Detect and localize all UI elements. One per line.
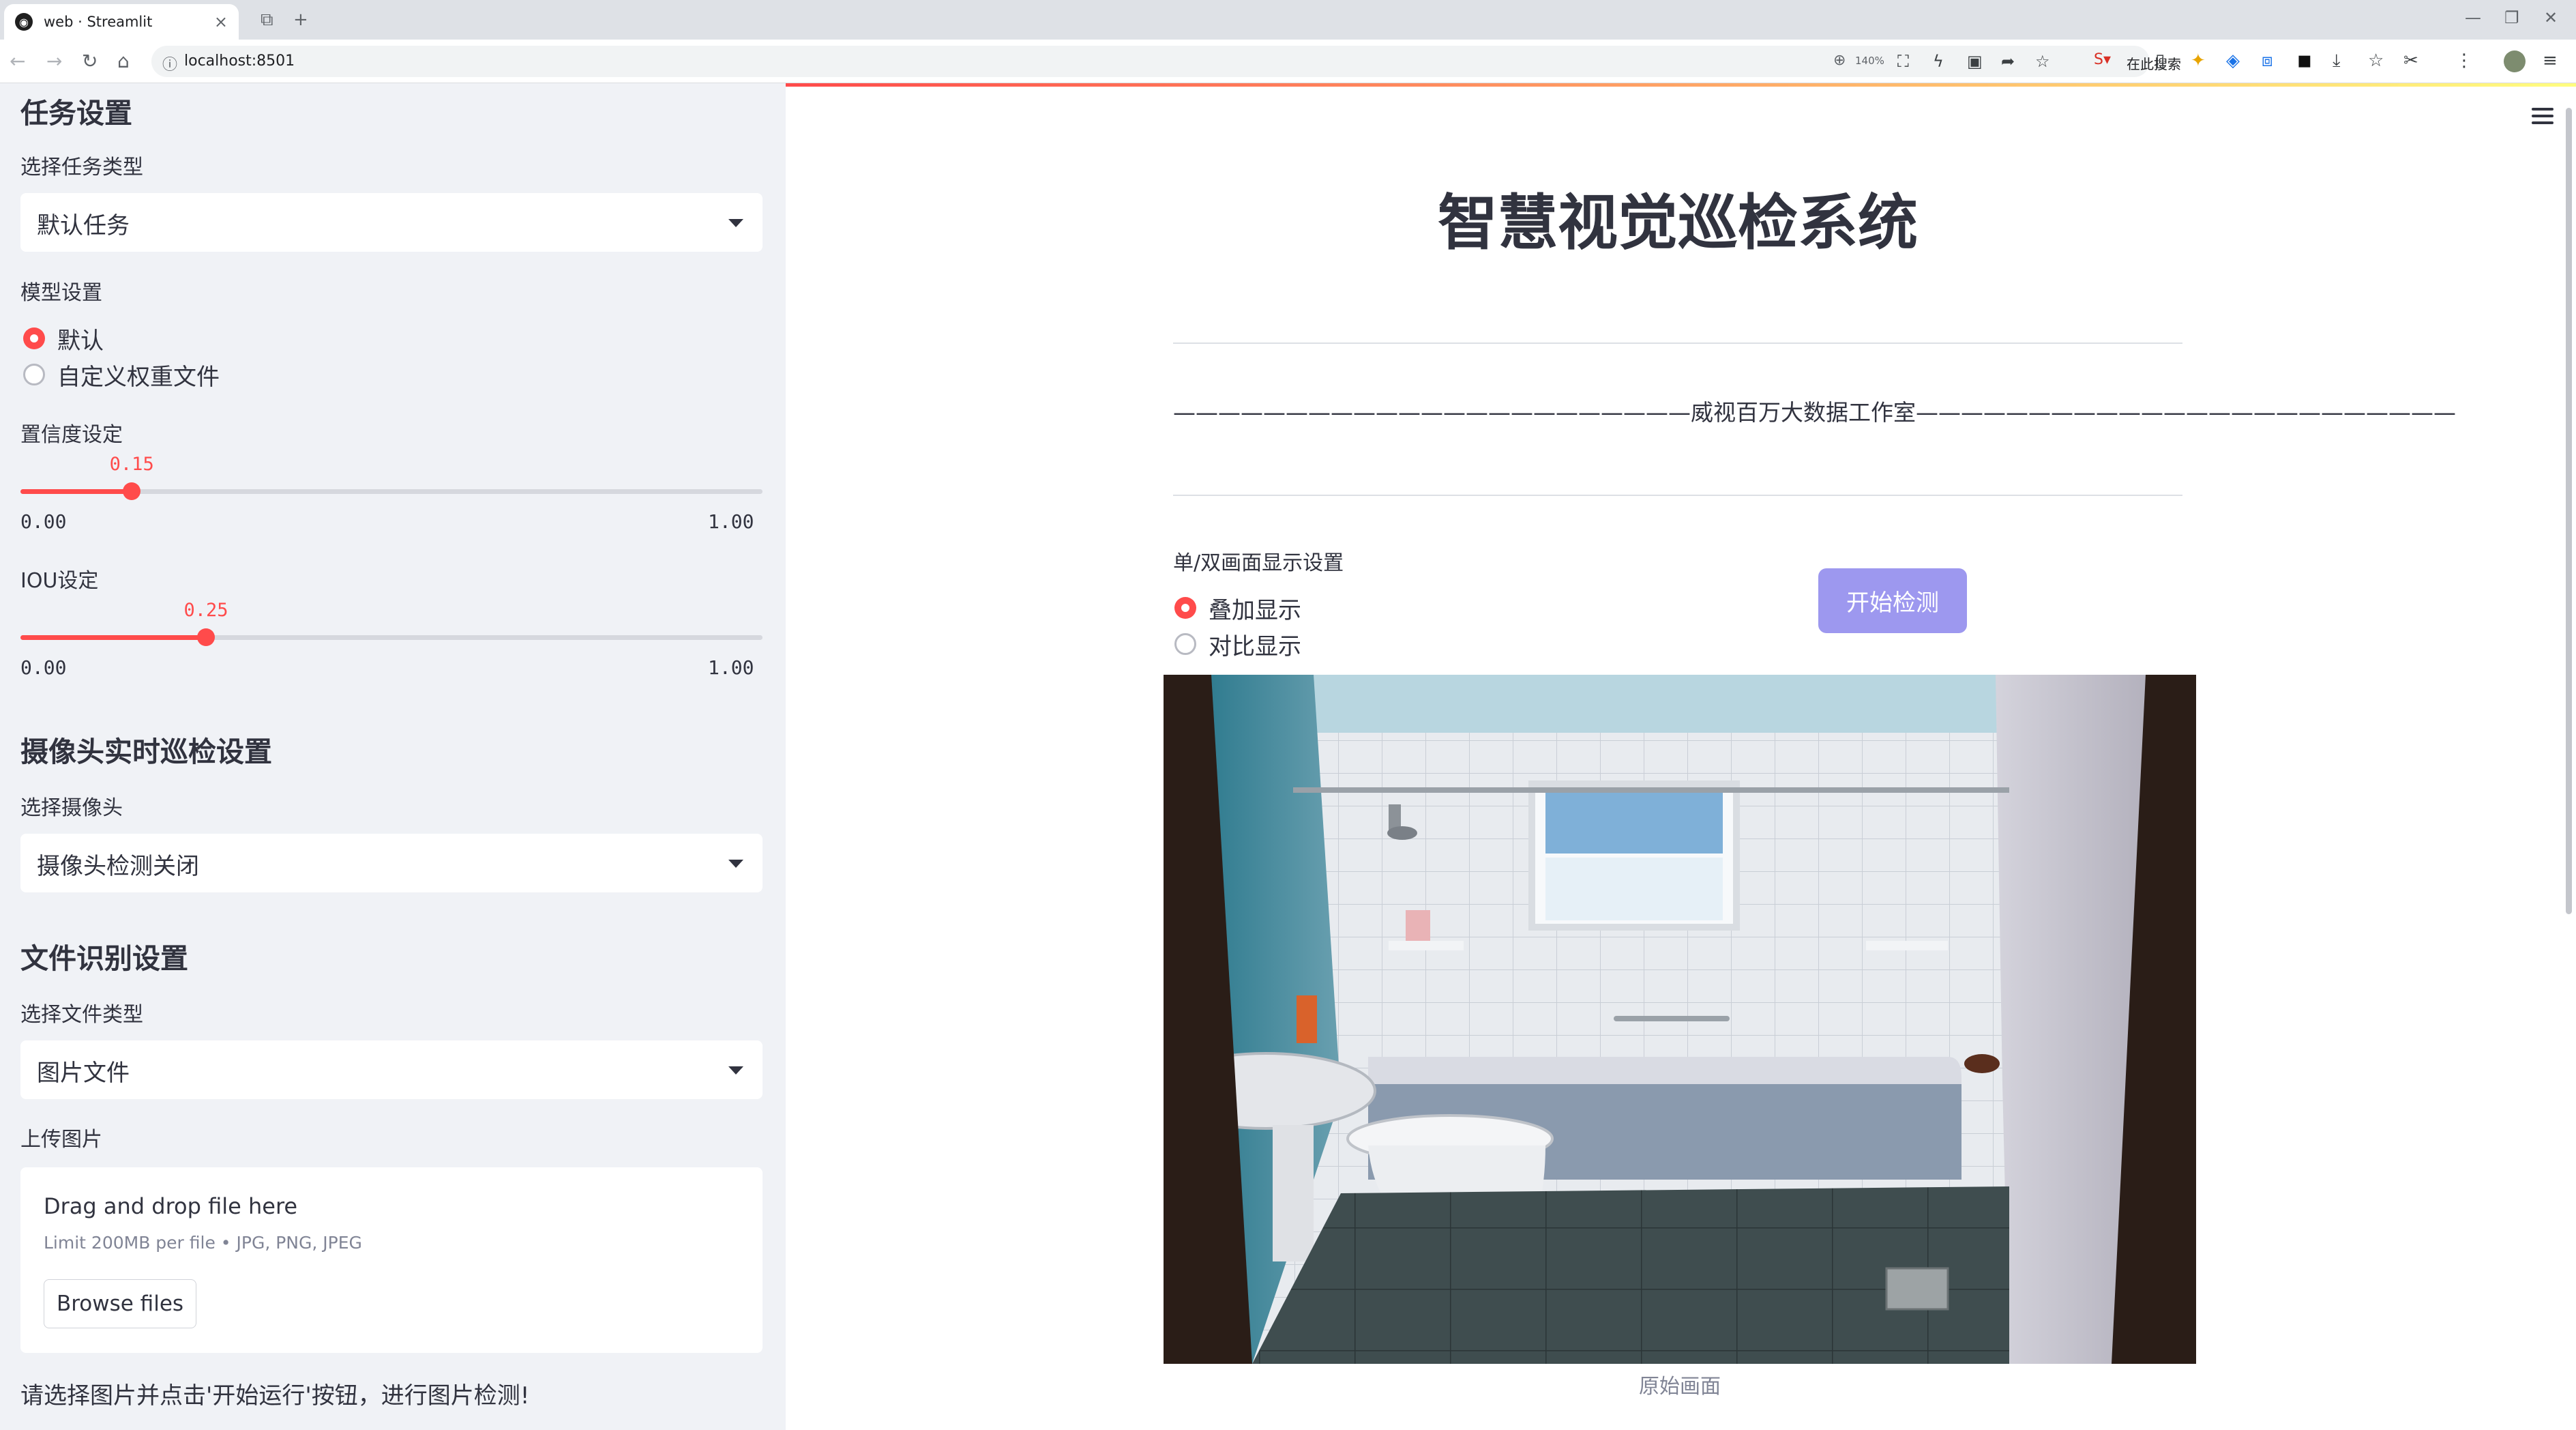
radio-label: 叠加显示 — [1209, 596, 1301, 624]
divider — [1173, 495, 2182, 496]
more-menu-icon[interactable]: ⋮ — [2455, 49, 2473, 72]
radio-unchecked-icon[interactable] — [1174, 633, 1196, 655]
image-caption: 原始画面 — [1639, 1375, 1721, 1399]
start-detection-button[interactable]: 开始检测 — [1818, 568, 1967, 633]
streamlit-favicon-icon: ◉ — [15, 13, 33, 31]
address-bar[interactable]: ⓘ localhost:8501 ⊕ 140% ⛶ ϟ ▣ ➦ ☆ S▾ 在此搜… — [151, 46, 2181, 77]
chevron-down-icon — [728, 219, 743, 227]
browser-toolbar: ← → ↻ ⌂ ⓘ localhost:8501 ⊕ 140% ⛶ ϟ ▣ ➦ … — [0, 40, 2576, 83]
confidence-slider[interactable] — [20, 482, 763, 500]
search-placeholder: 在此搜索 — [2127, 56, 2181, 72]
camera-settings-heading: 摄像头实时巡检设置 — [20, 735, 272, 768]
back-icon[interactable]: ← — [10, 50, 25, 72]
task-type-label: 选择任务类型 — [20, 156, 143, 179]
download-icon[interactable]: ⤓ — [2333, 49, 2341, 72]
chevron-down-icon — [728, 1066, 743, 1075]
main-scrollbar[interactable] — [2566, 108, 2572, 914]
display-mode-label: 单/双画面显示设置 — [1173, 551, 1344, 575]
extension-blue-icon[interactable]: ◈ — [2226, 49, 2240, 72]
tab-close-icon[interactable]: × — [214, 12, 228, 31]
cut-icon[interactable]: ✂ — [2403, 49, 2418, 72]
translate-icon[interactable]: ⛶ — [1897, 52, 1909, 71]
window-close-icon[interactable]: ✕ — [2544, 8, 2558, 27]
chevron-down-icon — [728, 860, 743, 868]
home-icon[interactable]: ⌂ — [117, 50, 130, 72]
studio-line: ———————————————————————威视百万大数据工作室———————… — [1173, 399, 2456, 426]
task-type-select[interactable]: 默认任务 — [20, 193, 763, 252]
iou-value: 0.25 — [183, 600, 228, 621]
file-type-select[interactable]: 图片文件 — [20, 1040, 763, 1099]
zoom-level: 140% — [1855, 55, 1884, 67]
app-menu-icon[interactable] — [2532, 108, 2553, 124]
browser-tab-bar: ◉ web · Streamlit × ⧉ + — ❐ ✕ — [0, 0, 2576, 40]
lightning-icon[interactable]: ϟ — [1933, 52, 1944, 71]
confidence-max: 1.00 — [708, 510, 754, 533]
browser-tab[interactable]: ◉ web · Streamlit × — [4, 4, 239, 40]
original-image — [1164, 675, 2196, 1364]
camera-select-label: 选择摄像头 — [20, 796, 123, 820]
mobile-icon[interactable]: ▯ — [2155, 49, 2165, 72]
extension-dark-icon[interactable]: ◼ — [2297, 49, 2312, 72]
model-radio-custom[interactable]: 自定义权重文件 — [23, 358, 220, 391]
screenshot-icon[interactable]: ▣ — [1967, 52, 1983, 71]
display-radio-overlay[interactable]: 叠加显示 — [1174, 592, 1301, 624]
iou-min: 0.00 — [20, 656, 67, 679]
tab-title: web · Streamlit — [44, 14, 153, 30]
radio-checked-icon[interactable] — [1174, 597, 1196, 619]
dropzone-title: Drag and drop file here — [44, 1193, 298, 1219]
confidence-slider-fill — [20, 489, 132, 494]
profile-avatar[interactable] — [2504, 50, 2526, 72]
radio-unchecked-icon[interactable] — [23, 364, 45, 385]
site-info-icon[interactable]: ⓘ — [162, 53, 177, 74]
dropzone-limit: Limit 200MB per file • JPG, PNG, JPEG — [44, 1233, 362, 1253]
favorites-icon[interactable]: ☆ — [2368, 49, 2384, 72]
upload-label: 上传图片 — [20, 1128, 102, 1152]
radio-label: 默认 — [57, 327, 104, 355]
iou-max: 1.00 — [708, 656, 754, 679]
forward-icon[interactable]: → — [46, 50, 62, 72]
header-decoration — [786, 83, 2576, 87]
file-type-value: 图片文件 — [37, 1060, 130, 1087]
bookmark-star-icon[interactable]: ☆ — [2035, 52, 2050, 71]
restore-icon[interactable]: ❐ — [2504, 8, 2519, 27]
extension-translate-icon[interactable]: ⧈ — [2262, 49, 2273, 72]
minimize-icon[interactable]: — — [2465, 8, 2481, 27]
divider — [1173, 342, 2182, 344]
sidebar: 任务设置 选择任务类型 默认任务 模型设置 默认 自定义权重文件 置信度设定 0… — [0, 83, 786, 1430]
url-text[interactable]: localhost:8501 — [184, 53, 295, 70]
iou-slider-thumb[interactable] — [197, 628, 215, 646]
share-icon[interactable]: ➦ — [2001, 52, 2015, 71]
iou-label: IOU设定 — [20, 569, 99, 593]
reload-icon[interactable]: ↻ — [82, 50, 98, 72]
search-engine-icon[interactable]: S▾ — [2094, 51, 2111, 68]
task-settings-heading: 任务设置 — [20, 97, 132, 130]
confidence-slider-thumb[interactable] — [123, 482, 141, 500]
display-radio-compare[interactable]: 对比显示 — [1174, 628, 1301, 660]
new-tab-icon[interactable]: + — [293, 10, 308, 30]
sidebar-note: 请选择图片并点击'开始运行'按钮，进行图片检测! — [20, 1382, 530, 1410]
confidence-min: 0.00 — [20, 510, 67, 533]
browser-menu-icon[interactable]: ≡ — [2543, 49, 2558, 72]
file-settings-heading: 文件识别设置 — [20, 942, 188, 975]
tab-search-icon[interactable]: ⧉ — [261, 10, 273, 30]
extension-color-icon[interactable]: ✦ — [2191, 49, 2206, 72]
file-type-label: 选择文件类型 — [20, 1003, 143, 1027]
task-type-value: 默认任务 — [37, 212, 130, 239]
browse-files-button[interactable]: Browse files — [44, 1279, 196, 1328]
confidence-label: 置信度设定 — [20, 423, 123, 447]
file-dropzone[interactable]: Drag and drop file here Limit 200MB per … — [20, 1167, 763, 1353]
model-settings-label: 模型设置 — [20, 281, 102, 305]
radio-label: 自定义权重文件 — [57, 363, 220, 391]
iou-slider[interactable] — [20, 628, 763, 646]
radio-label: 对比显示 — [1209, 632, 1301, 660]
camera-select[interactable]: 摄像头检测关闭 — [20, 834, 763, 892]
zoom-icon[interactable]: ⊕ — [1833, 52, 1846, 69]
confidence-value: 0.15 — [109, 454, 154, 475]
camera-select-value: 摄像头检测关闭 — [37, 853, 199, 880]
page-title: 智慧视觉巡检系统 — [1437, 188, 1918, 258]
model-radio-default[interactable]: 默认 — [23, 322, 104, 355]
iou-slider-fill — [20, 635, 206, 640]
radio-checked-icon[interactable] — [23, 327, 45, 349]
